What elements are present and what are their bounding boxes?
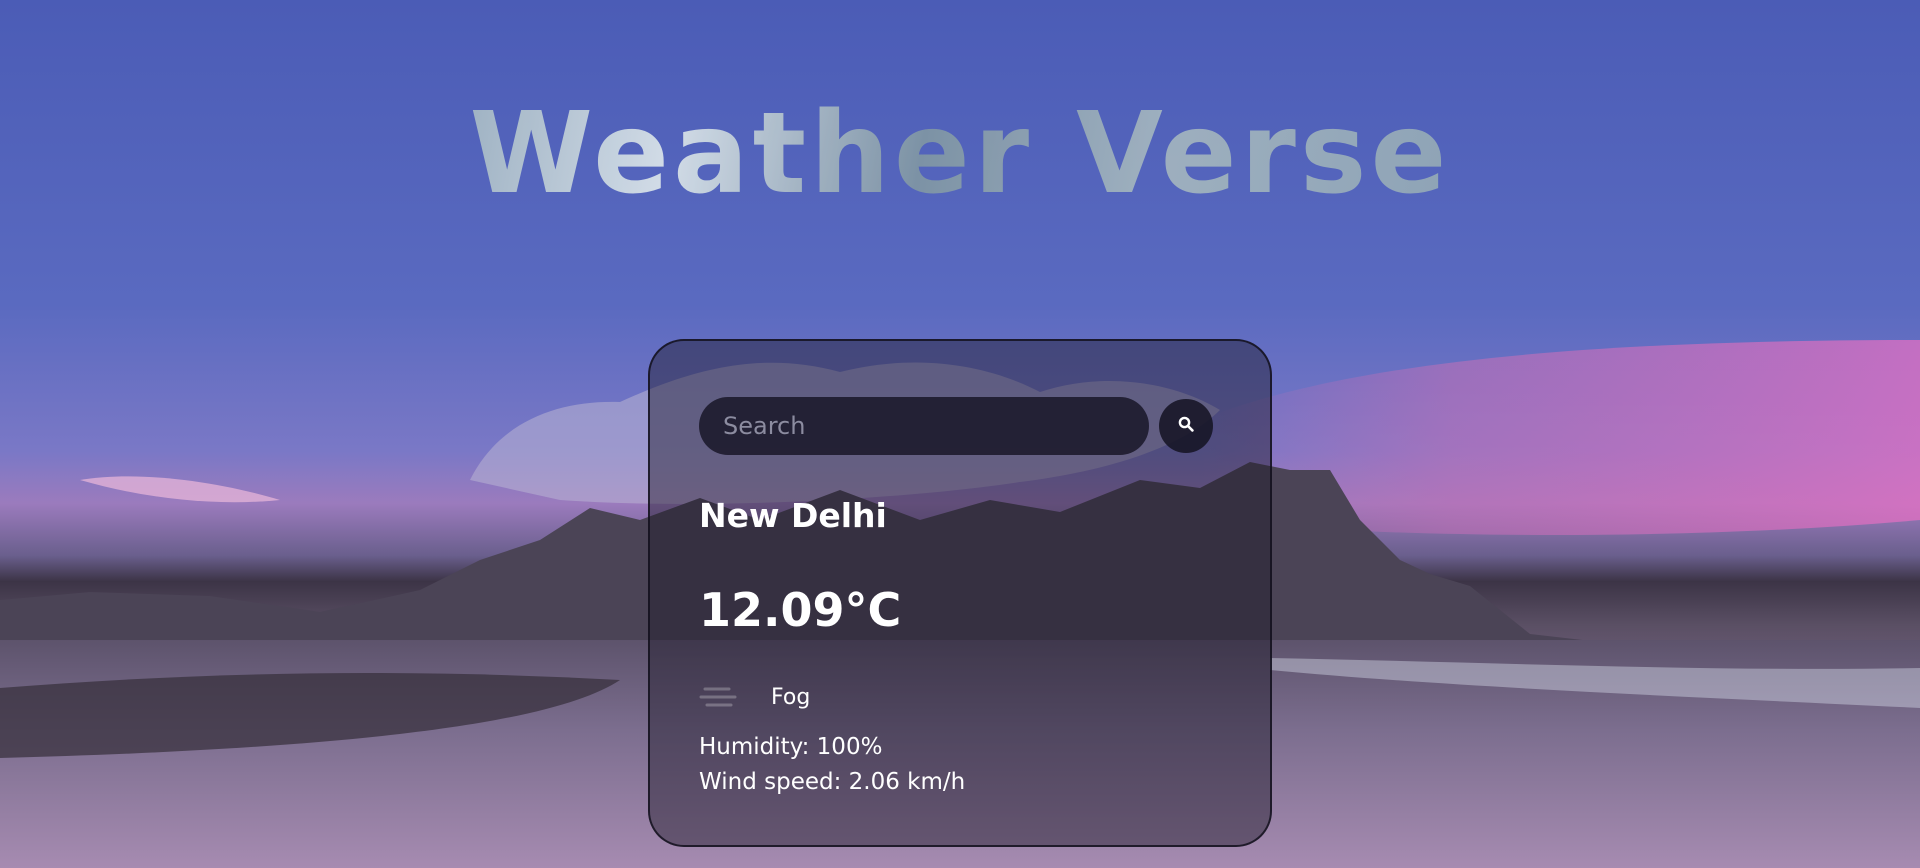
app-screen: Weather Verse New Delhi 12.09°C bbox=[0, 0, 1920, 868]
fog-icon bbox=[699, 681, 739, 713]
humidity: Humidity: 100% bbox=[699, 734, 883, 760]
weather-card: New Delhi 12.09°C Fog Humidity: 100% Win… bbox=[648, 339, 1272, 847]
temperature: 12.09°C bbox=[699, 583, 902, 637]
wind-speed: Wind speed: 2.06 km/h bbox=[699, 769, 966, 795]
city-name: New Delhi bbox=[699, 496, 887, 535]
search-input[interactable] bbox=[699, 397, 1149, 455]
search-icon bbox=[1178, 416, 1194, 436]
search-button[interactable] bbox=[1159, 399, 1213, 453]
app-title: Weather Verse bbox=[0, 98, 1920, 210]
condition-label: Fog bbox=[771, 684, 811, 710]
weather-condition: Fog bbox=[699, 681, 810, 713]
search-bar bbox=[699, 397, 1213, 455]
small-cloud bbox=[80, 476, 280, 503]
